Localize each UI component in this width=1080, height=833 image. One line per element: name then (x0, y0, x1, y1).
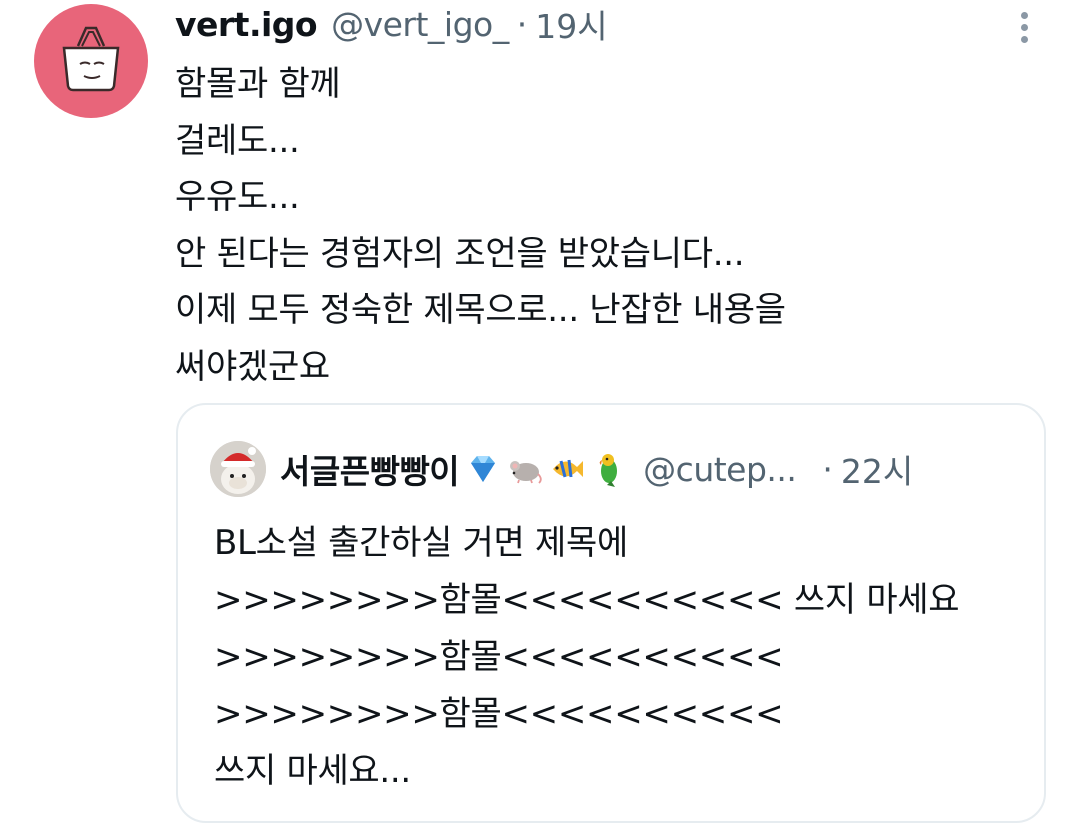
tweet-header: vert.igo @vert_igo_ · 19시 (175, 0, 608, 48)
quoted-tweet-timestamp: 22시 (840, 452, 914, 491)
tweet-text-line: 걸레도... (175, 120, 300, 161)
tweet-text-line: 우유도... (175, 177, 300, 217)
tweet-text-line: 써야겠군요 (175, 346, 330, 387)
tweet-timestamp[interactable]: 19시 (535, 0, 607, 48)
author-avatar[interactable] (34, 4, 148, 118)
quoted-author-display-name: 서글픈빵빵이 (280, 452, 460, 491)
separator-dot: · (822, 449, 833, 489)
tweet-text: 함몰과 함께 걸레도... 우유도... 안 된다는 경험자의 조언을 받았습니… (175, 56, 1055, 395)
tropical-fish-icon (553, 459, 584, 478)
quoted-tweet-header: 서글픈빵빵이 @cutep... · 22시 (210, 439, 913, 499)
more-vertical-icon[interactable] (1012, 8, 1036, 48)
bag-face-icon (62, 26, 120, 92)
quoted-author-avatar (210, 441, 266, 497)
quoted-text-line: BL소설 출간하실 거면 제목에 (214, 523, 628, 563)
quoted-tweet-text: BL소설 출간하실 거면 제목에 >>>>>>>>함몰<<<<<<<<<< 쓰지… (214, 515, 1034, 800)
quoted-text-line: >>>>>>>>함몰<<<<<<<<<< 쓰지 마세요 (214, 580, 960, 620)
separator-dot: · (516, 4, 528, 44)
quoted-tweet-card[interactable]: 서글픈빵빵이 @cutep... · 22시 BL소설 출간하실 거면 제목에 … (176, 403, 1046, 823)
tweet-text-line: 안 된다는 경험자의 조언을 받았습니다... (175, 233, 745, 274)
parrot-icon (599, 454, 618, 487)
quoted-text-line: >>>>>>>>함몰<<<<<<<<<< (214, 694, 784, 734)
gem-icon (471, 456, 496, 482)
mouse-icon (510, 461, 542, 484)
author-handle[interactable]: @vert_igo_ (331, 5, 509, 44)
name-emojis (463, 449, 631, 489)
quoted-text-line: >>>>>>>>함몰<<<<<<<<<< (214, 637, 784, 677)
quoted-author-handle: @cutep... (643, 449, 797, 489)
tweet-text-line: 함몰과 함께 (175, 64, 341, 104)
author-display-name[interactable]: vert.igo (175, 5, 318, 44)
tweet-text-line: 이제 모두 정숙한 제목으로... 난잡한 내용을 (175, 290, 786, 330)
tweet[interactable]: vert.igo @vert_igo_ · 19시 함몰과 함께 걸레도... … (0, 0, 1080, 833)
quoted-text-line: 쓰지 마세요... (214, 751, 411, 791)
hamster-santa-hat-icon (210, 441, 266, 497)
